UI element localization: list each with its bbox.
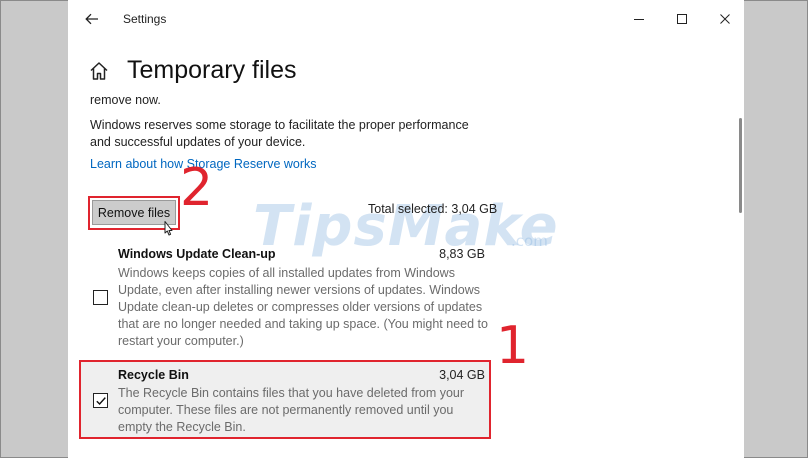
title-bar: Settings [68, 0, 744, 38]
maximize-icon [677, 14, 687, 24]
total-selected-label: Total selected: 3,04 GB [368, 202, 498, 216]
desc-line: restart your computer.) [118, 334, 244, 348]
close-icon [720, 14, 730, 24]
item-title-windows-update: Windows Update Clean-up [118, 247, 276, 261]
desc-line: computer. These files are not permanentl… [118, 403, 454, 417]
desc-line: Windows keeps copies of all installed up… [118, 266, 455, 280]
back-button[interactable] [82, 9, 102, 29]
storage-reserve-text-line1: Windows reserves some storage to facilit… [90, 118, 469, 132]
scrollbar-thumb[interactable] [739, 118, 742, 213]
step-2-annotation: 2 [180, 158, 214, 218]
desc-line: Update clean-up deletes or compresses ol… [118, 300, 483, 314]
item-desc-recycle-bin: The Recycle Bin contains files that you … [118, 385, 464, 436]
cut-off-text: remove now. [90, 93, 161, 107]
back-arrow-icon [85, 13, 98, 25]
desc-line: The Recycle Bin contains files that you … [118, 386, 465, 400]
settings-window: Settings Temporary files remove now. Win… [68, 0, 744, 458]
mouse-cursor-icon [164, 221, 173, 236]
watermark-domain: .com [511, 232, 548, 250]
checkbox-recycle-bin[interactable] [93, 393, 108, 408]
minimize-button[interactable] [626, 8, 652, 30]
storage-reserve-text-line2: and successful updates of your device. [90, 135, 306, 149]
maximize-button[interactable] [669, 8, 695, 30]
page-title: Temporary files [127, 56, 297, 84]
checkmark-icon [95, 396, 106, 405]
checkbox-windows-update[interactable] [93, 290, 108, 305]
item-size-windows-update: 8,83 GB [439, 247, 485, 261]
minimize-icon [634, 19, 644, 20]
window-title: Settings [123, 12, 167, 26]
item-desc-windows-update: Windows keeps copies of all installed up… [118, 265, 488, 350]
step-1-annotation: 1 [496, 316, 530, 376]
desc-line: empty the Recycle Bin. [118, 420, 246, 434]
desc-line: Update, even after installing newer vers… [118, 283, 480, 297]
item-title-recycle-bin: Recycle Bin [118, 368, 189, 382]
item-size-recycle-bin: 3,04 GB [439, 368, 485, 382]
home-icon[interactable] [88, 60, 110, 82]
desc-line: that are no longer needed and taking up … [118, 317, 488, 331]
close-button[interactable] [712, 8, 738, 30]
